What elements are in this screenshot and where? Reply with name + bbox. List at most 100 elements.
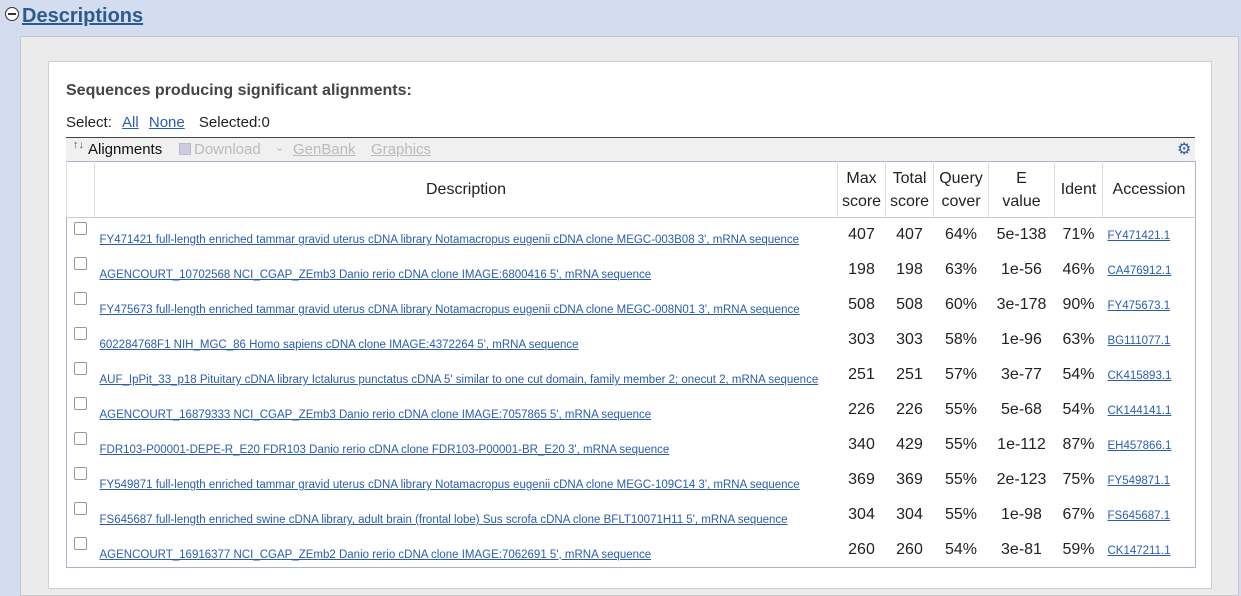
download-button[interactable]: Download (194, 141, 261, 158)
sort-icon[interactable]: ↑↓ (73, 140, 84, 151)
alignments-button[interactable]: Alignments (88, 141, 162, 158)
row-checkbox[interactable] (74, 362, 88, 375)
row-checkbox-cell[interactable] (67, 288, 95, 323)
description-link[interactable]: AUF_IpPit_33_p18 Pituitary cDNA library … (95, 374, 819, 386)
accession-link[interactable]: FY475673.1 (1103, 300, 1171, 312)
row-checkbox-cell[interactable] (67, 533, 95, 568)
accession-cell: CK147211.1 (1103, 533, 1196, 568)
max-score-cell: 260 (848, 540, 875, 558)
ident-cell: 71% (1062, 226, 1095, 244)
description-link[interactable]: AGENCOURT_16879333 NCI_CGAP_ZEmb3 Danio … (95, 409, 652, 421)
description-cell: FY549871 full-length enriched tammar gra… (95, 463, 838, 498)
description-link[interactable]: 602284768F1 NIH_MGC_86 Homo sapiens cDNA… (95, 339, 579, 351)
header-accession[interactable]: Accession (1102, 161, 1196, 218)
ident-cell: 87% (1062, 436, 1095, 453)
max-score-cell: 304 (848, 506, 875, 523)
header-max-score[interactable]: Max score (837, 161, 886, 218)
description-cell: AUF_IpPit_33_p18 Pituitary cDNA library … (95, 358, 838, 393)
graphics-link[interactable]: Graphics (371, 141, 431, 158)
section-header: Descriptions (0, 0, 1241, 36)
row-checkbox-cell[interactable] (67, 463, 95, 498)
ident-cell: 90% (1062, 296, 1095, 313)
row-checkbox[interactable] (74, 327, 88, 340)
query-cover-cell: 58% (944, 331, 978, 348)
accession-cell: CK144141.1 (1103, 393, 1196, 428)
description-link[interactable]: FY475673 full-length enriched tammar gra… (95, 304, 800, 316)
row-checkbox-cell[interactable] (67, 358, 95, 393)
table-row: AGENCOURT_10702568 NCI_CGAP_ZEmb3 Danio … (67, 253, 1196, 288)
ident-cell: 75% (1062, 471, 1095, 488)
description-link[interactable]: FS645687 full-length enriched swine cDNA… (95, 514, 788, 526)
query-cover-cell: 55% (944, 436, 978, 453)
query-cover-cell: 60% (944, 296, 978, 313)
chevron-down-icon[interactable]: ⌄ (275, 141, 284, 154)
row-checkbox[interactable] (74, 432, 88, 445)
accession-link[interactable]: CA476912.1 (1103, 265, 1172, 277)
download-disk-icon (179, 143, 191, 155)
gear-icon[interactable]: ⚙ (1177, 139, 1191, 159)
description-cell: FS645687 full-length enriched swine cDNA… (95, 498, 838, 533)
row-checkbox-cell[interactable] (67, 323, 95, 358)
accession-link[interactable]: FS645687.1 (1103, 510, 1171, 522)
evalue-cell: 1e-56 (1001, 261, 1042, 278)
row-checkbox[interactable] (74, 536, 88, 550)
header-query-cover[interactable]: Query cover (933, 161, 989, 218)
accession-link[interactable]: FY549871.1 (1103, 475, 1171, 487)
description-link[interactable]: FY549871 full-length enriched tammar gra… (95, 479, 800, 491)
genbank-link[interactable]: GenBank (293, 141, 356, 158)
header-ident[interactable]: Ident (1054, 161, 1103, 218)
total-score-cell: 226 (896, 401, 923, 418)
accession-link[interactable]: CK144141.1 (1103, 405, 1172, 417)
ident-cell: 46% (1062, 261, 1095, 278)
header-description[interactable]: Description (94, 161, 838, 218)
row-checkbox-cell[interactable] (67, 498, 95, 533)
evalue-cell: 3e-81 (1001, 540, 1042, 558)
query-cover-cell: 55% (944, 471, 978, 488)
total-score-cell: 260 (896, 540, 923, 558)
evalue-cell: 3e-178 (996, 296, 1047, 313)
section-title-link[interactable]: Descriptions (22, 5, 143, 28)
row-checkbox[interactable] (74, 467, 88, 480)
select-label: Select: (66, 114, 112, 131)
table-row: FY475673 full-length enriched tammar gra… (67, 288, 1196, 323)
accession-link[interactable]: CK147211.1 (1103, 545, 1171, 557)
header-total-score[interactable]: Total score (885, 161, 934, 218)
row-checkbox-cell[interactable] (67, 253, 95, 288)
accession-link[interactable]: EH457866.1 (1103, 440, 1172, 452)
row-checkbox-cell[interactable] (67, 393, 95, 428)
description-link[interactable]: AGENCOURT_10702568 NCI_CGAP_ZEmb3 Danio … (95, 269, 652, 281)
evalue-cell: 2e-123 (996, 471, 1047, 488)
evalue-cell: 3e-77 (1001, 366, 1042, 383)
select-row: Select: All None Selected:0 (66, 114, 270, 131)
row-checkbox[interactable] (74, 222, 88, 236)
max-score-cell: 198 (848, 261, 875, 278)
description-link[interactable]: FY471421 full-length enriched tammar gra… (95, 234, 800, 246)
collapse-toggle-icon[interactable] (5, 7, 19, 21)
row-checkbox[interactable] (74, 292, 88, 305)
row-checkbox[interactable] (74, 502, 88, 515)
table-header-row: Description Max score Total score Query cov… (66, 161, 1196, 218)
select-all-link[interactable]: All (122, 114, 139, 131)
description-link[interactable]: FDR103-P00001-DEPE-R_E20 FDR103 Danio re… (95, 444, 670, 456)
accession-link[interactable]: FY471421.1 (1103, 230, 1171, 242)
header-evalue[interactable]: Evalue (988, 161, 1055, 218)
accession-cell: FY549871.1 (1103, 463, 1196, 498)
table-row: AGENCOURT_16916377 NCI_CGAP_ZEmb2 Danio … (67, 533, 1196, 568)
description-cell: FY471421 full-length enriched tammar gra… (95, 218, 838, 253)
select-none-link[interactable]: None (149, 114, 185, 131)
query-cover-cell: 55% (944, 401, 978, 418)
row-checkbox[interactable] (74, 397, 88, 410)
row-checkbox-cell[interactable] (67, 218, 95, 253)
accession-cell: BG111077.1 (1103, 323, 1196, 358)
accession-link[interactable]: BG111077.1 (1103, 335, 1171, 347)
evalue-cell: 1e-112 (997, 436, 1046, 453)
description-link[interactable]: AGENCOURT_16916377 NCI_CGAP_ZEmb2 Danio … (95, 549, 652, 561)
table-row: AGENCOURT_16879333 NCI_CGAP_ZEmb3 Danio … (67, 393, 1196, 428)
accession-link[interactable]: CK415893.1 (1103, 370, 1172, 382)
row-checkbox-cell[interactable] (67, 428, 95, 463)
row-checkbox[interactable] (74, 257, 88, 270)
description-cell: AGENCOURT_10702568 NCI_CGAP_ZEmb3 Danio … (95, 253, 838, 288)
total-score-cell: 304 (896, 506, 923, 523)
total-score-cell: 508 (896, 296, 923, 313)
accession-cell: CA476912.1 (1103, 253, 1196, 288)
